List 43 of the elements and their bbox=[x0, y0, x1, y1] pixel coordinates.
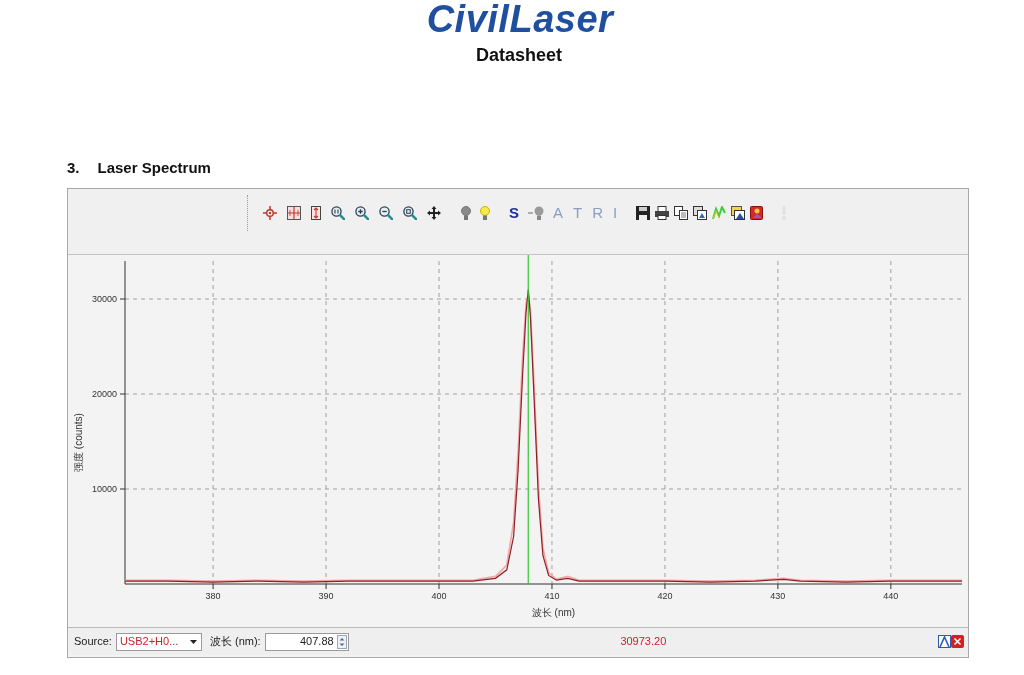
axis-tick-label: 410 bbox=[544, 591, 560, 601]
grid-zoom-icon[interactable] bbox=[287, 206, 301, 220]
axis-tick-label: 400 bbox=[431, 591, 447, 601]
section-title: Laser Spectrum bbox=[97, 158, 211, 178]
image-export-icon[interactable] bbox=[731, 206, 746, 220]
wavelength-field[interactable]: 407.88 bbox=[264, 632, 349, 651]
dash-lightbulb-icon[interactable] bbox=[528, 206, 544, 220]
zoom-out-icon[interactable] bbox=[379, 206, 393, 220]
magnifier-icon[interactable] bbox=[331, 206, 345, 220]
save-icon[interactable] bbox=[636, 206, 651, 220]
lightbulb-icon[interactable] bbox=[480, 206, 490, 220]
print-icon[interactable] bbox=[655, 206, 670, 220]
letter-tool-button[interactable]: S bbox=[508, 204, 520, 222]
brand-logo: CivilLaser bbox=[426, 0, 614, 38]
section-number: 3. bbox=[67, 158, 80, 178]
magnifier-icon[interactable] bbox=[403, 206, 417, 220]
axis-tick-label: 380 bbox=[205, 591, 221, 601]
axis-tick-label: 390 bbox=[318, 591, 334, 601]
crosshair-icon[interactable] bbox=[263, 206, 277, 220]
axis-tick-label: 10000 bbox=[91, 484, 117, 494]
caret-icon bbox=[189, 639, 197, 644]
axis-title: 波长 (nm) bbox=[531, 607, 576, 618]
document-title: Datasheet bbox=[475, 44, 562, 66]
zoom-in-icon[interactable] bbox=[355, 206, 369, 220]
close-icon[interactable] bbox=[951, 635, 964, 648]
axis-title: 强度 (counts) bbox=[73, 413, 84, 472]
axis-tick-label: 20000 bbox=[91, 389, 117, 399]
intensity-reading: 30973.20 bbox=[620, 634, 667, 650]
axis-tick-label: 30000 bbox=[91, 294, 117, 304]
peak-icon[interactable] bbox=[938, 635, 951, 648]
spinner-arrows-icon[interactable] bbox=[336, 634, 347, 649]
copy-image-icon[interactable] bbox=[693, 206, 708, 220]
source-dropdown[interactable]: USB2+H0... bbox=[115, 632, 202, 651]
report-icon[interactable] bbox=[750, 206, 765, 220]
axis-tick-label: 420 bbox=[657, 591, 673, 601]
source-label: Source: bbox=[74, 634, 112, 650]
axis-tick-label: 430 bbox=[770, 591, 786, 601]
lightbulb-icon[interactable] bbox=[461, 206, 471, 220]
wavelength-label: 波长 (nm): bbox=[209, 634, 261, 650]
vertical-zoom-icon[interactable] bbox=[311, 206, 321, 220]
copy-icon[interactable] bbox=[674, 206, 689, 220]
axis-tick-label: 440 bbox=[883, 591, 899, 601]
move-icon[interactable] bbox=[427, 206, 441, 220]
